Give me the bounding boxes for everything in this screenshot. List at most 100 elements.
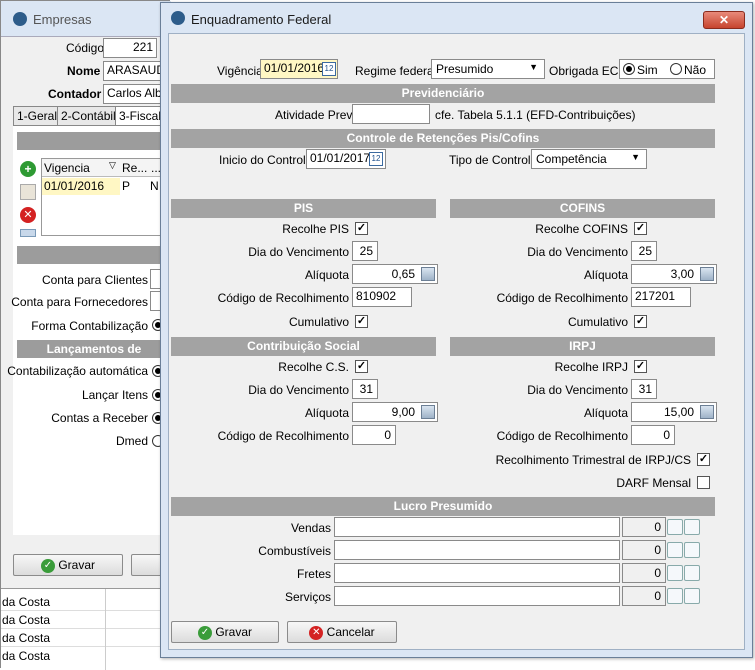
list-icon[interactable]: [684, 565, 700, 581]
bg-gravar-button[interactable]: ✓ Gravar: [13, 554, 123, 576]
lucro-servicos-value[interactable]: 0: [622, 586, 666, 606]
cancelar-button[interactable]: ✕ Cancelar: [287, 621, 397, 643]
cofins-aliquota-label: Alíquota: [583, 268, 628, 282]
tipo-select[interactable]: Competência ▼: [531, 149, 647, 169]
recolhe-pis-checkbox[interactable]: ✓: [355, 222, 368, 235]
delete-icon[interactable]: ✕: [20, 207, 36, 223]
cfe-text: cfe. Tabela 5.1.1 (EFD-Contribuições): [435, 108, 636, 122]
calendar-icon[interactable]: 12: [369, 152, 383, 166]
lucro-fretes-desc-field[interactable]: [334, 563, 620, 583]
close-button[interactable]: ✕: [703, 11, 745, 29]
pis-cumulativo-checkbox[interactable]: ✓: [355, 315, 368, 328]
ecd-sim-radio[interactable]: [623, 63, 635, 75]
recolhe-irpj-checkbox[interactable]: ✓: [634, 360, 647, 373]
calendar-icon[interactable]: 12: [322, 62, 336, 76]
irpj-codigo-field[interactable]: 0: [631, 425, 675, 445]
trimestral-label: Recolhimento Trimestral de IRPJ/CS: [495, 453, 691, 467]
cofins-cumulativo-checkbox[interactable]: ✓: [634, 315, 647, 328]
codigo-field[interactable]: 221: [103, 38, 157, 58]
table-row[interactable]: 01/01/2016 P N: [42, 178, 172, 195]
search-icon[interactable]: [667, 519, 683, 535]
irpj-header: IRPJ: [450, 337, 715, 356]
calculator-icon[interactable]: [700, 267, 714, 281]
grid-col-re[interactable]: Re...: [122, 161, 147, 175]
nome-label: Nome: [67, 64, 101, 78]
ecd-nao-radio[interactable]: [670, 63, 682, 75]
cofins-dia-label: Dia do Vencimento: [527, 245, 628, 259]
background-window: Empresas Código 221 Nome ARASAUDE Contad…: [0, 0, 173, 670]
tab-geral[interactable]: 1-Geral: [13, 106, 62, 126]
recolhe-cs-checkbox[interactable]: ✓: [355, 360, 368, 373]
grid-col-vigencia[interactable]: Vigencia: [44, 161, 90, 175]
cs-aliquota-label: Alíquota: [304, 406, 349, 420]
lucro-fretes-value[interactable]: 0: [622, 563, 666, 583]
lucro-header: Lucro Presumido: [171, 497, 715, 516]
atividade-field[interactable]: [352, 104, 430, 124]
list-icon[interactable]: [684, 542, 700, 558]
lucro-fretes-label: Fretes: [296, 567, 331, 581]
background-titlebar: Empresas: [1, 1, 171, 37]
list-icon[interactable]: [684, 588, 700, 604]
lucro-combustiveis-desc-field[interactable]: [334, 540, 620, 560]
dialog-app-icon: [171, 11, 185, 25]
list-icon[interactable]: [20, 229, 36, 237]
lucro-combustiveis-label: Combustíveis: [258, 544, 331, 558]
pis-codigo-field[interactable]: 810902: [352, 287, 412, 307]
vigencia-label: Vigência: [217, 64, 263, 78]
lucro-servicos-desc-field[interactable]: [334, 586, 620, 606]
add-icon[interactable]: +: [20, 161, 36, 177]
recolhe-cs-label: Recolhe C.S.: [278, 360, 349, 374]
gravar-button[interactable]: ✓ Gravar: [171, 621, 279, 643]
codigo-label: Código: [66, 41, 105, 55]
list-item[interactable]: da Costa: [1, 647, 171, 665]
list-icon[interactable]: [684, 519, 700, 535]
tab-fiscal[interactable]: 3-Fiscal: [115, 106, 166, 126]
ecd-label: Obrigada ECD: [549, 64, 628, 78]
cs-codigo-label: Código de Recolhimento: [217, 429, 349, 443]
edit-icon[interactable]: [20, 184, 36, 200]
calculator-icon[interactable]: [421, 267, 435, 281]
contas-receber-label: Contas a Receber: [51, 411, 148, 425]
contador-label: Contador: [48, 87, 102, 101]
cofins-codigo-field[interactable]: 217201: [631, 287, 691, 307]
list-item[interactable]: da Costa: [1, 611, 171, 629]
pis-cumulativo-label: Cumulativo: [288, 315, 349, 329]
cs-dia-field[interactable]: 31: [352, 379, 378, 399]
search-icon[interactable]: [667, 588, 683, 604]
calculator-icon[interactable]: [421, 405, 435, 419]
cofins-dia-field[interactable]: 25: [631, 241, 657, 261]
forma-contab-label: Forma Contabilização: [31, 319, 148, 333]
lancamentos-band: Lançamentos de: [17, 340, 171, 358]
darf-checkbox[interactable]: [697, 476, 710, 489]
pis-codigo-label: Código de Recolhimento: [217, 291, 349, 305]
lucro-combustiveis-value[interactable]: 0: [622, 540, 666, 560]
pis-header: PIS: [171, 199, 436, 218]
search-icon[interactable]: [667, 565, 683, 581]
tab-contabil[interactable]: 2-Contábil: [57, 106, 120, 126]
search-icon[interactable]: [667, 542, 683, 558]
lucro-vendas-value[interactable]: 0: [622, 517, 666, 537]
vigencia-grid[interactable]: Vigencia ▽ Re... ... 01/01/2016 P N: [41, 158, 172, 236]
bg-section-band: [17, 132, 171, 150]
dropdown-arrow-icon: ▼: [631, 152, 640, 162]
check-icon: ✓: [40, 558, 55, 573]
trimestral-checkbox[interactable]: ✓: [697, 453, 710, 466]
prev-header: Previdenciário: [171, 84, 715, 103]
cofins-header: COFINS: [450, 199, 715, 218]
irpj-dia-field[interactable]: 31: [631, 379, 657, 399]
pis-dia-field[interactable]: 25: [352, 241, 378, 261]
regime-select[interactable]: Presumido ▼: [431, 59, 545, 79]
recolhe-cofins-checkbox[interactable]: ✓: [634, 222, 647, 235]
list-item[interactable]: da Costa: [1, 593, 171, 611]
lucro-vendas-desc-field[interactable]: [334, 517, 620, 537]
bg-window-title: Empresas: [33, 12, 92, 27]
irpj-codigo-label: Código de Recolhimento: [496, 429, 628, 443]
list-item[interactable]: da Costa: [1, 629, 171, 647]
conta-fornecedores-label: Conta para Fornecedores: [11, 295, 148, 309]
calculator-icon[interactable]: [700, 405, 714, 419]
pis-aliquota-label: Alíquota: [304, 268, 349, 282]
ecd-nao-label: Não: [684, 63, 707, 77]
app-icon: [13, 12, 27, 26]
check-icon: ✓: [197, 625, 212, 640]
cs-codigo-field[interactable]: 0: [352, 425, 396, 445]
